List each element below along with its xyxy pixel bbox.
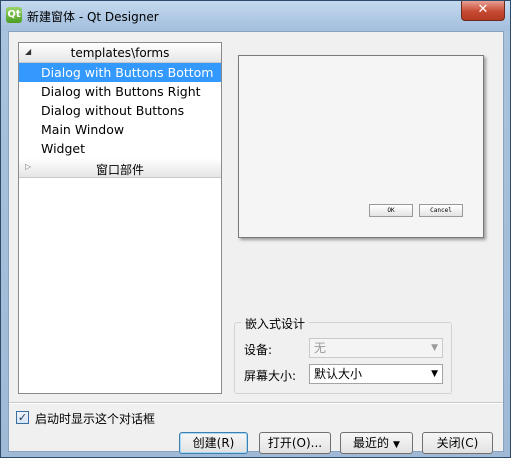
open-button[interactable]: 打开(O)...	[259, 432, 331, 454]
close-button[interactable]: 关闭(C)	[422, 432, 493, 454]
tree-item-dialog-without-buttons[interactable]: Dialog without Buttons	[19, 101, 221, 120]
preview-cancel-button: Cancel	[419, 204, 463, 217]
tree-group-templates-forms[interactable]: ◢ templates\forms	[19, 43, 221, 63]
screen-size-select[interactable]: 默认大小 ▼	[309, 364, 443, 384]
tree-group-label: templates\forms	[70, 46, 170, 60]
window-title: 新建窗体 - Qt Designer	[27, 10, 159, 24]
template-tree[interactable]: ◢ templates\forms Dialog with Buttons Bo…	[18, 42, 222, 394]
footer-divider	[9, 402, 503, 404]
title-bar[interactable]: Qt 新建窗体 - Qt Designer ✕	[1, 1, 510, 31]
show-on-startup-label[interactable]: 启动时显示这个对话框	[35, 410, 155, 427]
tree-item-widget[interactable]: Widget	[19, 139, 221, 158]
screen-size-label: 屏幕大小:	[244, 369, 297, 383]
form-preview: OK Cancel	[238, 55, 484, 238]
device-value: 无	[314, 341, 327, 355]
recent-label: 最近的	[353, 436, 390, 450]
window-close-button[interactable]: ✕	[461, 1, 505, 21]
qt-icon: Qt	[6, 7, 22, 23]
preview-ok-button: OK	[369, 204, 413, 217]
tree-item-dialog-buttons-right[interactable]: Dialog with Buttons Right	[19, 82, 221, 101]
tree-group-label: 窗口部件	[95, 163, 144, 177]
embedded-design-title: 嵌入式设计	[241, 315, 310, 332]
show-on-startup-checkbox[interactable]: ✓	[16, 411, 29, 424]
recent-button[interactable]: 最近的 ▼	[340, 432, 413, 454]
chevron-down-icon: ▼	[393, 440, 400, 450]
chevron-down-icon[interactable]: ▼	[431, 365, 438, 383]
screen-size-value: 默认大小	[314, 367, 363, 381]
chevron-down-icon: ▼	[431, 343, 438, 353]
device-label: 设备:	[244, 343, 273, 357]
device-select: 无 ▼	[309, 338, 443, 358]
tree-group-widgets[interactable]: ▷ 窗口部件	[19, 158, 221, 178]
create-button[interactable]: 创建(R)	[179, 432, 248, 454]
tree-item-main-window[interactable]: Main Window	[19, 120, 221, 139]
tree-item-dialog-buttons-bottom[interactable]: Dialog with Buttons Bottom	[19, 63, 221, 82]
dialog-body: ◢ templates\forms Dialog with Buttons Bo…	[8, 31, 504, 454]
new-form-window: Qt 新建窗体 - Qt Designer ✕ ◢ templates\form…	[0, 0, 511, 458]
